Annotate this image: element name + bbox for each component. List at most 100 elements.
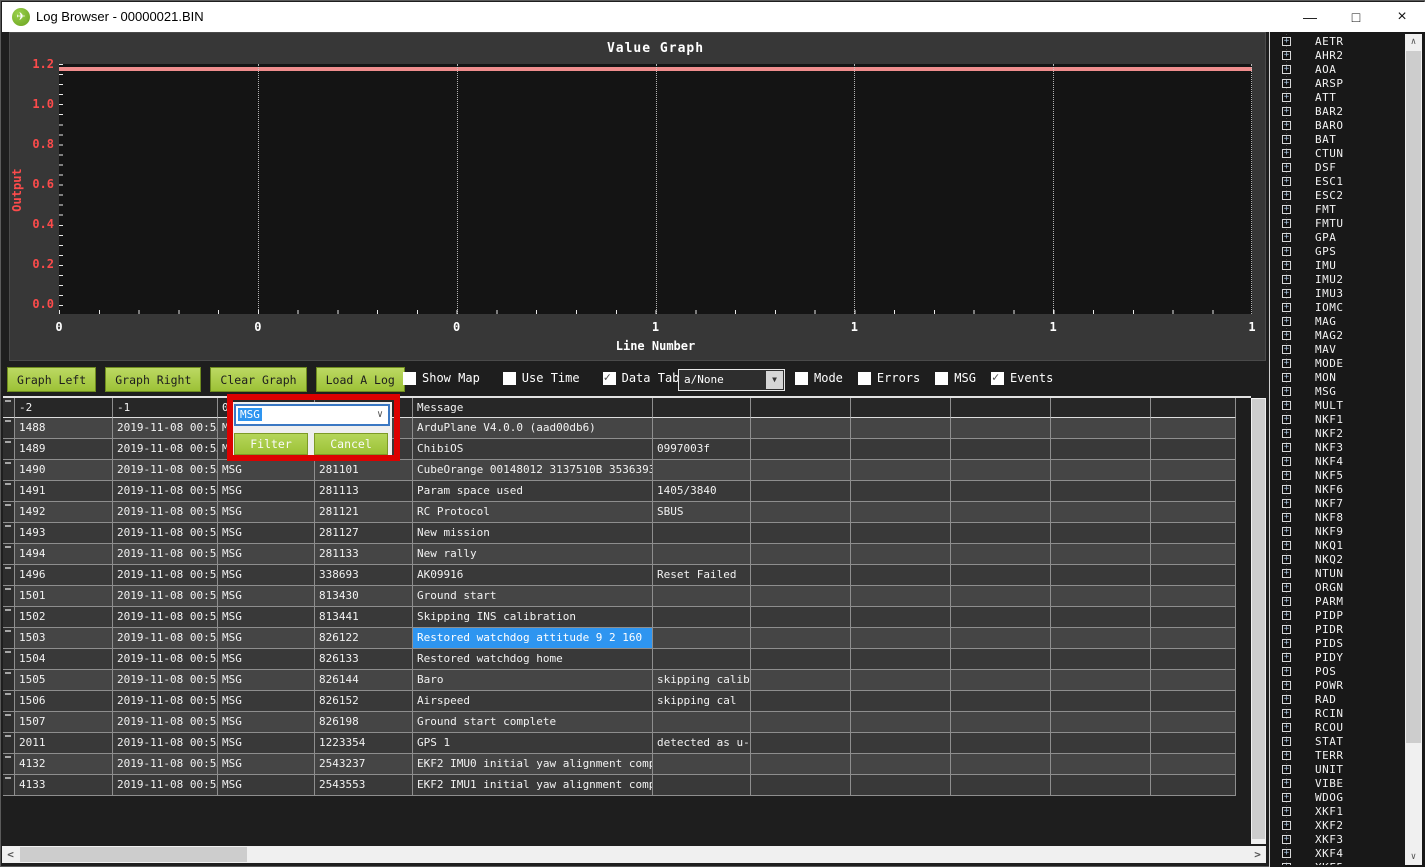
expand-plus-icon[interactable]: + [1282, 695, 1291, 704]
column-header[interactable]: Message [413, 398, 653, 418]
cell-message[interactable]: CubeOrange 00148012 3137510B 35363934 [413, 460, 653, 481]
cell-time-us[interactable]: 826198 [315, 712, 413, 733]
expand-plus-icon[interactable]: + [1282, 807, 1291, 816]
cell-empty[interactable] [951, 460, 1051, 481]
cell-empty[interactable] [851, 418, 951, 439]
log-type-item[interactable]: + IMU [1270, 258, 1404, 272]
log-type-item[interactable]: + NKF5 [1270, 468, 1404, 482]
cell-msg-type[interactable]: MSG [218, 481, 315, 502]
cell-timestamp[interactable]: 2019-11-08 00:5… [113, 649, 218, 670]
cell-empty[interactable] [951, 481, 1051, 502]
log-type-item[interactable]: + PIDS [1270, 636, 1404, 650]
expand-plus-icon[interactable]: + [1282, 835, 1291, 844]
log-type-item[interactable]: + STAT [1270, 734, 1404, 748]
cell-msg-type[interactable]: MSG [218, 628, 315, 649]
row-selector[interactable] [3, 523, 15, 544]
cell-timestamp[interactable]: 2019-11-08 00:5… [113, 586, 218, 607]
cell-message[interactable]: EKF2 IMU0 initial yaw alignment complete [413, 754, 653, 775]
column-header[interactable] [1151, 398, 1236, 418]
expand-plus-icon[interactable]: + [1282, 625, 1291, 634]
column-header[interactable] [951, 398, 1051, 418]
cell-empty[interactable] [1151, 733, 1236, 754]
expand-plus-icon[interactable]: + [1282, 387, 1291, 396]
chevron-down-icon[interactable]: ∨ [377, 406, 383, 424]
cell-empty[interactable] [751, 607, 851, 628]
expand-plus-icon[interactable]: + [1282, 331, 1291, 340]
cell-empty[interactable] [1151, 565, 1236, 586]
column-header[interactable]: -1 [113, 398, 218, 418]
cell-empty[interactable] [951, 523, 1051, 544]
table-row[interactable]: 4133 2019-11-08 00:5… MSG 2543553 EKF2 I… [3, 775, 1251, 796]
cell-empty[interactable] [1151, 712, 1236, 733]
expand-plus-icon[interactable]: + [1282, 121, 1291, 130]
table-row[interactable]: 2011 2019-11-08 00:5… MSG 1223354 GPS 1 … [3, 733, 1251, 754]
cell-empty[interactable] [751, 775, 851, 796]
cell-empty[interactable] [751, 754, 851, 775]
expand-plus-icon[interactable]: + [1282, 863, 1291, 866]
expand-plus-icon[interactable]: + [1282, 723, 1291, 732]
checkbox[interactable]: Use Time [503, 371, 580, 385]
cell-timestamp[interactable]: 2019-11-08 00:5… [113, 544, 218, 565]
cell-timestamp[interactable]: 2019-11-08 00:5… [113, 775, 218, 796]
cell-empty[interactable] [1151, 481, 1236, 502]
cell-line-number[interactable]: 1492 [15, 502, 113, 523]
cell-empty[interactable] [951, 586, 1051, 607]
log-type-item[interactable]: + MON [1270, 370, 1404, 384]
checkbox-box-icon[interactable] [991, 372, 1004, 385]
cell-msg-type[interactable]: MSG [218, 670, 315, 691]
log-type-item[interactable]: + RAD [1270, 692, 1404, 706]
row-selector[interactable] [3, 670, 15, 691]
expand-plus-icon[interactable]: + [1282, 345, 1291, 354]
log-type-item[interactable]: + DSF [1270, 160, 1404, 174]
cell-empty[interactable] [1051, 439, 1151, 460]
expand-plus-icon[interactable]: + [1282, 219, 1291, 228]
expand-plus-icon[interactable]: + [1282, 821, 1291, 830]
checkbox[interactable]: MSG [935, 371, 976, 385]
table-row[interactable]: 1496 2019-11-08 00:5… MSG 338693 AK09916… [3, 565, 1251, 586]
row-selector[interactable] [3, 544, 15, 565]
cell-empty[interactable] [851, 607, 951, 628]
cell-empty[interactable] [1151, 544, 1236, 565]
table-vscroll-thumb[interactable] [1252, 399, 1265, 839]
cell-empty[interactable] [851, 712, 951, 733]
cell-empty[interactable] [851, 523, 951, 544]
cell-empty[interactable] [751, 418, 851, 439]
cell-line-number[interactable]: 1496 [15, 565, 113, 586]
cell-empty[interactable] [951, 628, 1051, 649]
log-type-item[interactable]: + NTUN [1270, 566, 1404, 580]
row-selector[interactable] [3, 481, 15, 502]
cell-empty[interactable] [951, 754, 1051, 775]
column-header[interactable] [851, 398, 951, 418]
expand-plus-icon[interactable]: + [1282, 527, 1291, 536]
table-vertical-scrollbar[interactable] [1251, 398, 1266, 844]
cell-extra[interactable]: skipping calibrat… [653, 670, 751, 691]
cell-timestamp[interactable]: 2019-11-08 00:5… [113, 502, 218, 523]
cell-empty[interactable] [851, 502, 951, 523]
checkbox-box-icon[interactable] [795, 372, 808, 385]
cell-msg-type[interactable]: MSG [218, 460, 315, 481]
cell-msg-type[interactable]: MSG [218, 607, 315, 628]
cell-extra[interactable]: SBUS [653, 502, 751, 523]
cell-timestamp[interactable]: 2019-11-08 00:5… [113, 628, 218, 649]
maximize-button[interactable]: □ [1333, 2, 1379, 32]
log-type-item[interactable]: + RCIN [1270, 706, 1404, 720]
log-type-item[interactable]: + NKF9 [1270, 524, 1404, 538]
cell-extra[interactable] [653, 586, 751, 607]
expand-plus-icon[interactable]: + [1282, 499, 1291, 508]
cell-extra[interactable] [653, 460, 751, 481]
row-selector[interactable] [3, 712, 15, 733]
cell-empty[interactable] [1151, 460, 1236, 481]
cell-empty[interactable] [1151, 628, 1236, 649]
cell-empty[interactable] [1051, 775, 1151, 796]
log-type-item[interactable]: + PIDP [1270, 608, 1404, 622]
toolbar-button[interactable]: Load A Log [316, 367, 405, 392]
cell-msg-type[interactable]: MSG [218, 502, 315, 523]
cell-msg-type[interactable]: MSG [218, 775, 315, 796]
checkbox-box-icon[interactable] [403, 372, 416, 385]
cell-empty[interactable] [951, 418, 1051, 439]
cell-time-us[interactable]: 281127 [315, 523, 413, 544]
column-header[interactable]: -2 [15, 398, 113, 418]
cell-extra[interactable] [653, 775, 751, 796]
row-selector[interactable] [3, 565, 15, 586]
cell-msg-type[interactable]: MSG [218, 586, 315, 607]
